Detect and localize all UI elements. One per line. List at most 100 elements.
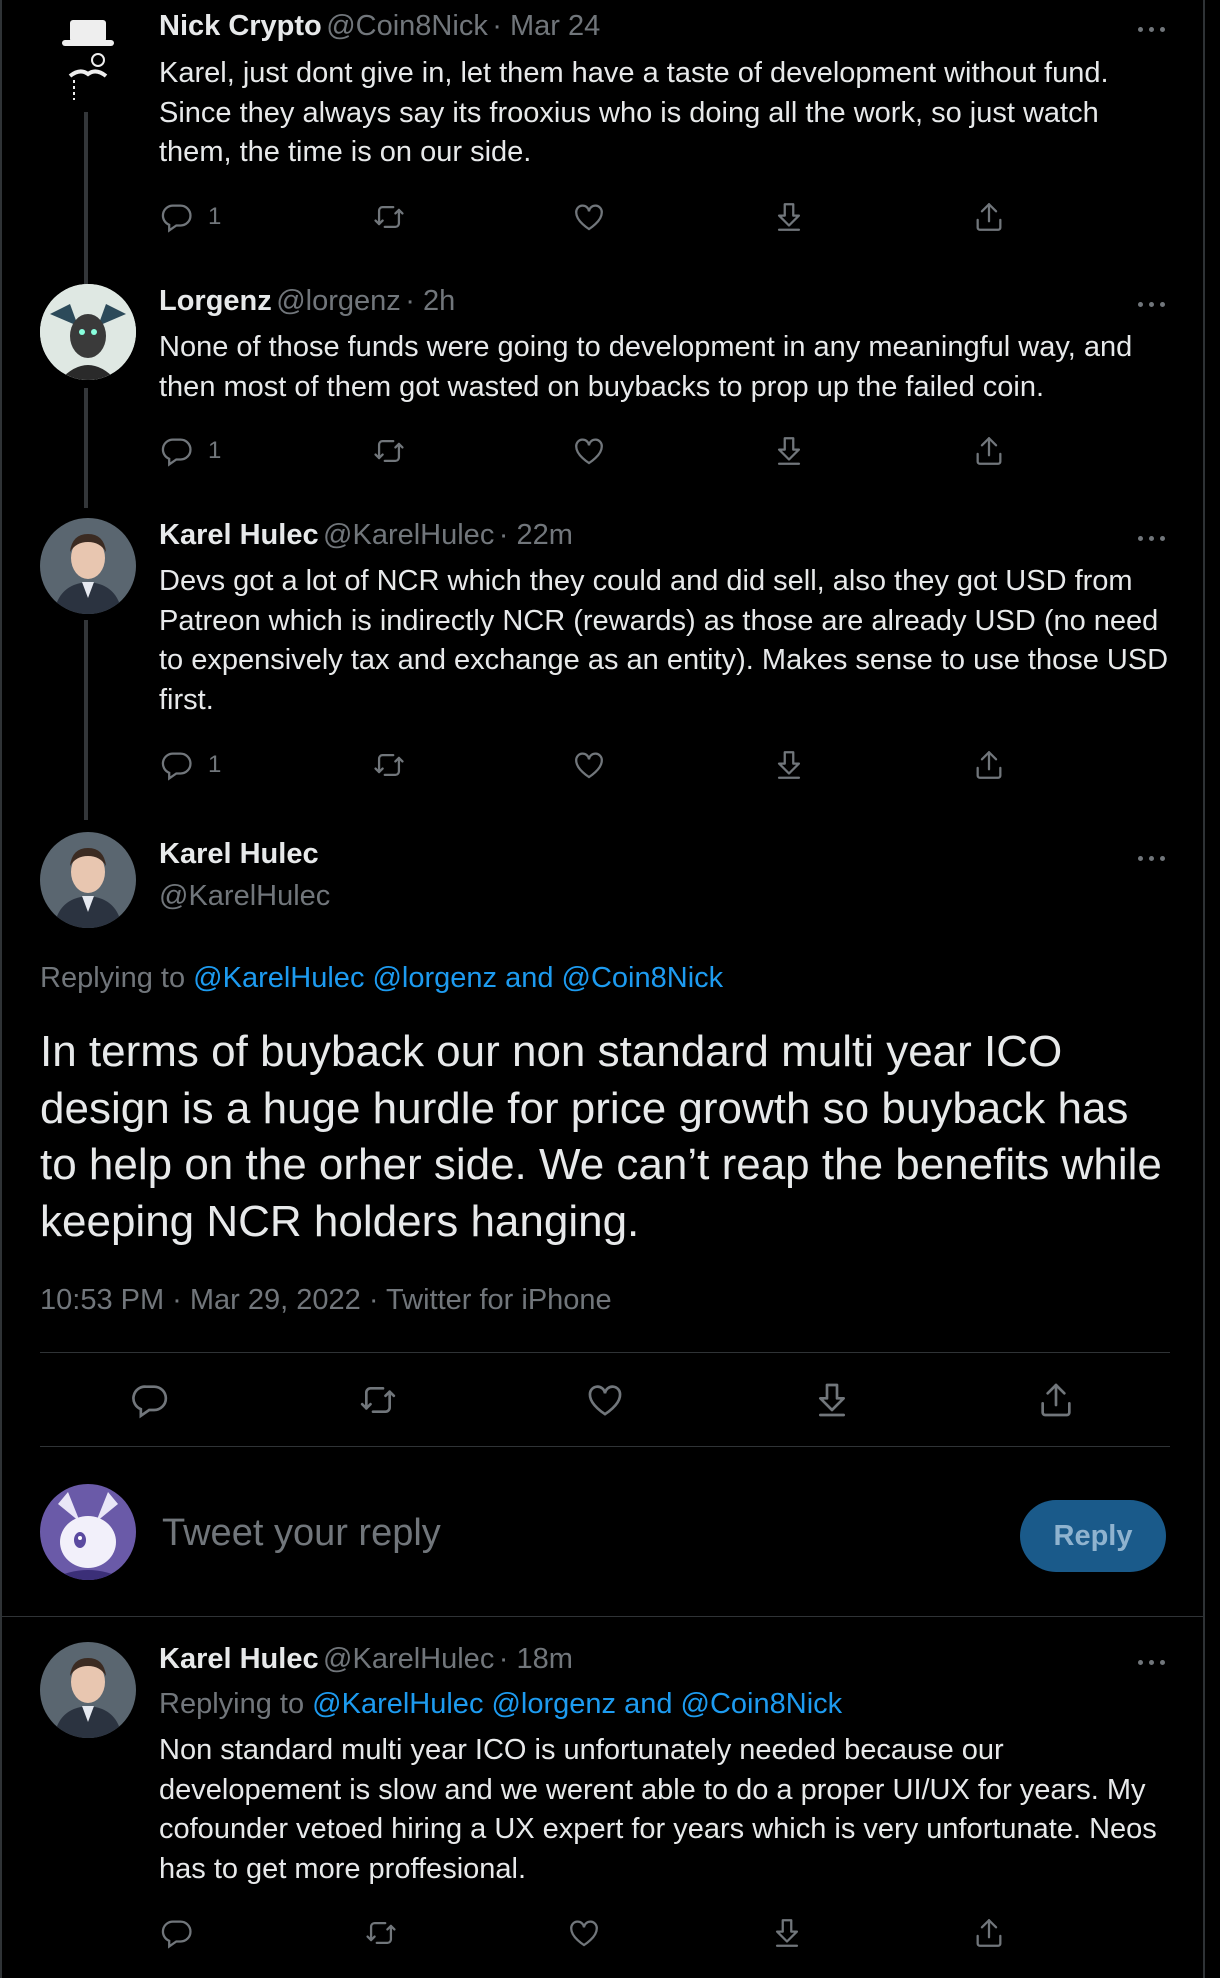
retweet-icon (372, 200, 406, 234)
like-button[interactable] (567, 1916, 601, 1950)
reply-button[interactable]: 1 (160, 748, 221, 782)
tweet-text: Non standard multi year ICO is unfortuna… (159, 1734, 1157, 1885)
author-handle[interactable]: @lorgenz (276, 285, 401, 317)
tweet-time[interactable]: 22m (516, 519, 572, 551)
more-options-icon[interactable] (1131, 14, 1171, 44)
author-name[interactable]: Karel Hulec (159, 1643, 319, 1675)
avatar[interactable] (40, 284, 136, 380)
my-avatar[interactable] (40, 1484, 136, 1580)
replying-to-handles[interactable]: @KarelHulec @lorgenz and @Coin8Nick (312, 1688, 842, 1720)
more-options-icon[interactable] (1131, 843, 1171, 873)
like-button[interactable] (585, 1380, 625, 1420)
avatar[interactable] (40, 1642, 136, 1738)
download-icon (772, 434, 806, 468)
divider (2, 1616, 1203, 1617)
download-button[interactable] (772, 434, 806, 468)
download-icon (812, 1380, 852, 1420)
download-button[interactable] (772, 748, 806, 782)
person-avatar-icon (40, 832, 136, 928)
monocle-hat-icon (62, 20, 114, 100)
avatar[interactable] (40, 518, 136, 614)
reply-count: 1 (208, 751, 222, 778)
retweet-button[interactable] (372, 200, 406, 234)
like-button[interactable] (572, 434, 606, 468)
heart-icon (585, 1380, 625, 1420)
author-handle[interactable]: @KarelHulec (159, 880, 330, 913)
author-handle[interactable]: @KarelHulec (323, 1643, 494, 1675)
share-icon (972, 748, 1006, 782)
retweet-icon (358, 1380, 398, 1420)
download-icon (770, 1916, 804, 1950)
creature-avatar-icon (40, 284, 136, 380)
reply-icon (160, 1916, 194, 1950)
author-name[interactable]: Karel Hulec (159, 838, 319, 871)
reply-icon (160, 200, 194, 234)
tweet-text: Karel, just dont give in, let them have … (159, 57, 1109, 168)
retweet-button[interactable] (364, 1916, 398, 1950)
download-button[interactable] (812, 1380, 852, 1420)
dot-separator: · (498, 1643, 517, 1675)
tweet-time[interactable]: 18m (516, 1643, 572, 1675)
avatar[interactable] (40, 10, 136, 106)
retweet-button[interactable] (358, 1380, 398, 1420)
tweet-time[interactable]: 2h (423, 285, 455, 317)
share-button[interactable] (972, 748, 1006, 782)
retweet-icon (372, 434, 406, 468)
reply-input[interactable]: Tweet your reply (162, 1512, 441, 1555)
download-button[interactable] (770, 1916, 804, 1950)
author-name[interactable]: Lorgenz (159, 285, 272, 317)
like-button[interactable] (572, 748, 606, 782)
share-button[interactable] (1036, 1380, 1076, 1420)
author-handle[interactable]: @KarelHulec (323, 519, 494, 551)
thread-line (84, 620, 88, 820)
author-handle[interactable]: @Coin8Nick (326, 10, 488, 42)
retweet-icon (364, 1916, 398, 1950)
heart-icon (572, 434, 606, 468)
more-options-icon[interactable] (1131, 289, 1171, 319)
reply-icon (130, 1380, 170, 1420)
tweet-meta[interactable]: 10:53 PM · Mar 29, 2022 · Twitter for iP… (40, 1284, 612, 1317)
retweet-button[interactable] (372, 434, 406, 468)
share-icon (972, 434, 1006, 468)
author-name[interactable]: Nick Crypto (159, 10, 322, 42)
reply-count: 1 (208, 437, 222, 464)
reply-button[interactable] (160, 1916, 194, 1950)
reply-button[interactable]: 1 (160, 434, 221, 468)
share-icon (1036, 1380, 1076, 1420)
retweet-button[interactable] (372, 748, 406, 782)
tweet-text: None of those funds were going to develo… (159, 331, 1133, 403)
reply-button[interactable] (130, 1380, 170, 1420)
reply-submit-button[interactable]: Reply (1020, 1500, 1166, 1572)
share-icon (972, 1916, 1006, 1950)
replying-to-handles[interactable]: @KarelHulec @lorgenz and @Coin8Nick (193, 962, 723, 994)
tweet-time[interactable]: Mar 24 (510, 10, 600, 42)
share-button[interactable] (972, 1916, 1006, 1950)
avatar[interactable] (40, 832, 136, 928)
tweet-text: Devs got a lot of NCR which they could a… (159, 565, 1169, 716)
dot-separator: · (405, 285, 423, 317)
dot-separator: · (492, 10, 510, 42)
retweet-icon (372, 748, 406, 782)
like-button[interactable] (572, 200, 606, 234)
download-button[interactable] (772, 200, 806, 234)
more-options-icon[interactable] (1131, 1647, 1171, 1677)
more-options-icon[interactable] (1131, 523, 1171, 553)
download-icon (772, 200, 806, 234)
heart-icon (567, 1916, 601, 1950)
main-tweet-text: In terms of buyback our non standard mul… (40, 1027, 1162, 1246)
character-avatar-icon (40, 1484, 136, 1580)
divider (40, 1352, 1170, 1353)
heart-icon (572, 200, 606, 234)
share-button[interactable] (972, 200, 1006, 234)
share-button[interactable] (972, 434, 1006, 468)
reply-icon (160, 434, 194, 468)
person-avatar-icon (40, 518, 136, 614)
thread-line (84, 388, 88, 508)
author-name[interactable]: Karel Hulec (159, 519, 319, 551)
download-icon (772, 748, 806, 782)
divider (40, 1446, 1170, 1447)
person-avatar-icon (40, 1642, 136, 1738)
reply-icon (160, 748, 194, 782)
reply-button[interactable]: 1 (160, 200, 221, 234)
reply-count: 1 (208, 203, 222, 230)
